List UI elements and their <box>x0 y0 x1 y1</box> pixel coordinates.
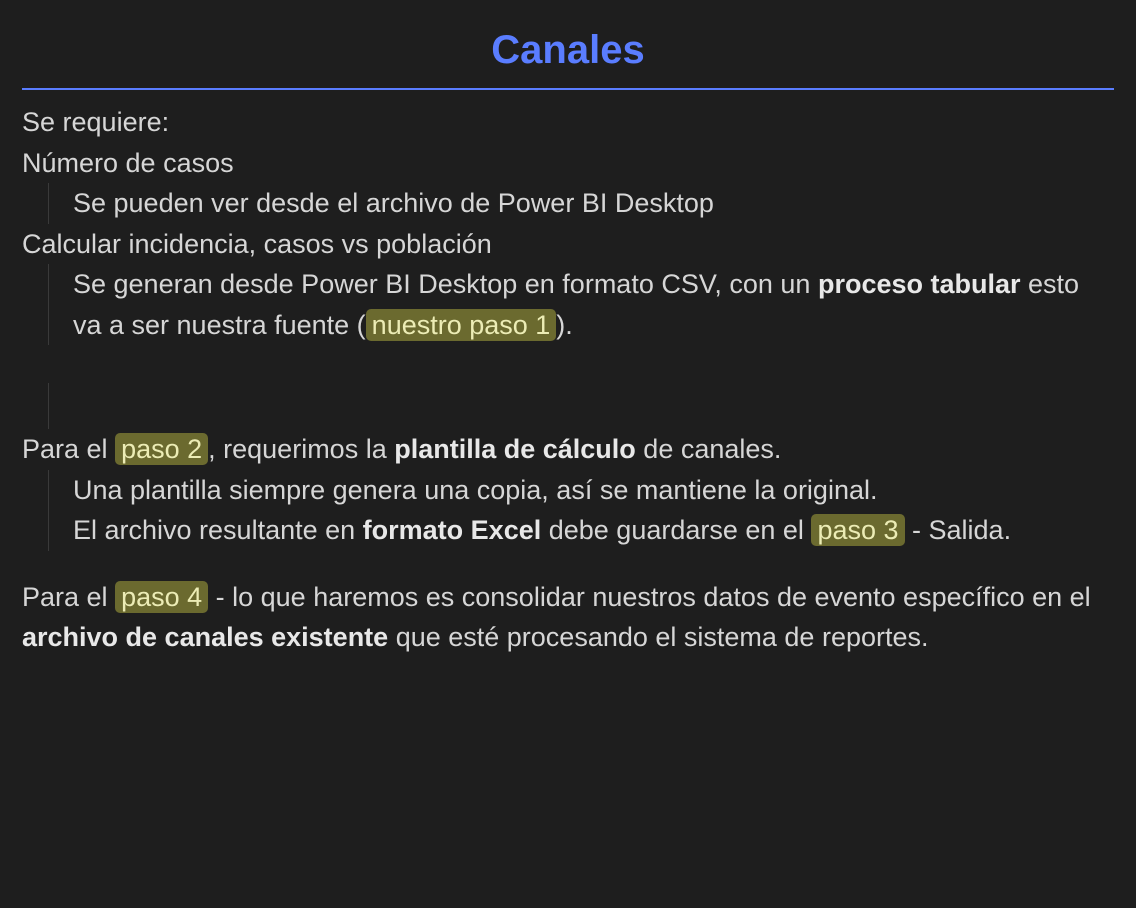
csv-bold1: proceso tabular <box>818 269 1021 299</box>
paso2-bold1: plantilla de cálculo <box>394 434 636 464</box>
title-rule <box>22 88 1114 90</box>
paso2-p3: de canales. <box>636 434 782 464</box>
paso4-bold1: archivo de canales existente <box>22 622 388 652</box>
line-numero-casos: Número de casos <box>22 143 1114 184</box>
line-csv: Se generan desde Power BI Desktop en for… <box>48 264 1114 345</box>
line-se-requiere: Se requiere: <box>22 102 1114 143</box>
line-desde-powerbi: Se pueden ver desde el archivo de Power … <box>48 183 1114 224</box>
paso4-hl: paso 4 <box>115 581 208 613</box>
document-page: Canales Se requiere: Número de casos Se … <box>0 0 1136 658</box>
plantilla-copia: Una plantilla siempre genera una copia, … <box>73 475 877 505</box>
excel-line: El archivo resultante en formato Excel d… <box>73 514 1011 546</box>
paso2-hl: paso 2 <box>115 433 208 465</box>
excel-hl-paso3: paso 3 <box>811 514 904 546</box>
line-calc-incidencia: Calcular incidencia, casos vs población <box>22 224 1114 265</box>
excel-bold1: formato Excel <box>363 515 542 545</box>
csv-p3: ). <box>556 310 573 340</box>
paso2-p1: Para el <box>22 434 115 464</box>
paso2-p2: , requerimos la <box>208 434 394 464</box>
spacer <box>22 551 1114 577</box>
page-title: Canales <box>22 20 1114 88</box>
line-paso2: Para el paso 2, requerimos la plantilla … <box>22 429 1114 470</box>
paso4-p3: que esté procesando el sistema de report… <box>388 622 928 652</box>
paso2-detail-block: Una plantilla siempre genera una copia, … <box>48 470 1114 551</box>
excel-p1: El archivo resultante en <box>73 515 363 545</box>
line-paso4: Para el paso 4 - lo que haremos es conso… <box>22 577 1114 658</box>
excel-p3: - Salida. <box>905 515 1012 545</box>
excel-p2: debe guardarse en el <box>541 515 811 545</box>
paso4-p2: - lo que haremos es consolidar nuestros … <box>208 582 1091 612</box>
spacer <box>22 345 1114 383</box>
csv-p1: Se generan desde Power BI Desktop en for… <box>73 269 818 299</box>
paso4-p1: Para el <box>22 582 115 612</box>
csv-hl-paso1: nuestro paso 1 <box>366 309 557 341</box>
empty-indent-bar <box>48 383 1114 429</box>
